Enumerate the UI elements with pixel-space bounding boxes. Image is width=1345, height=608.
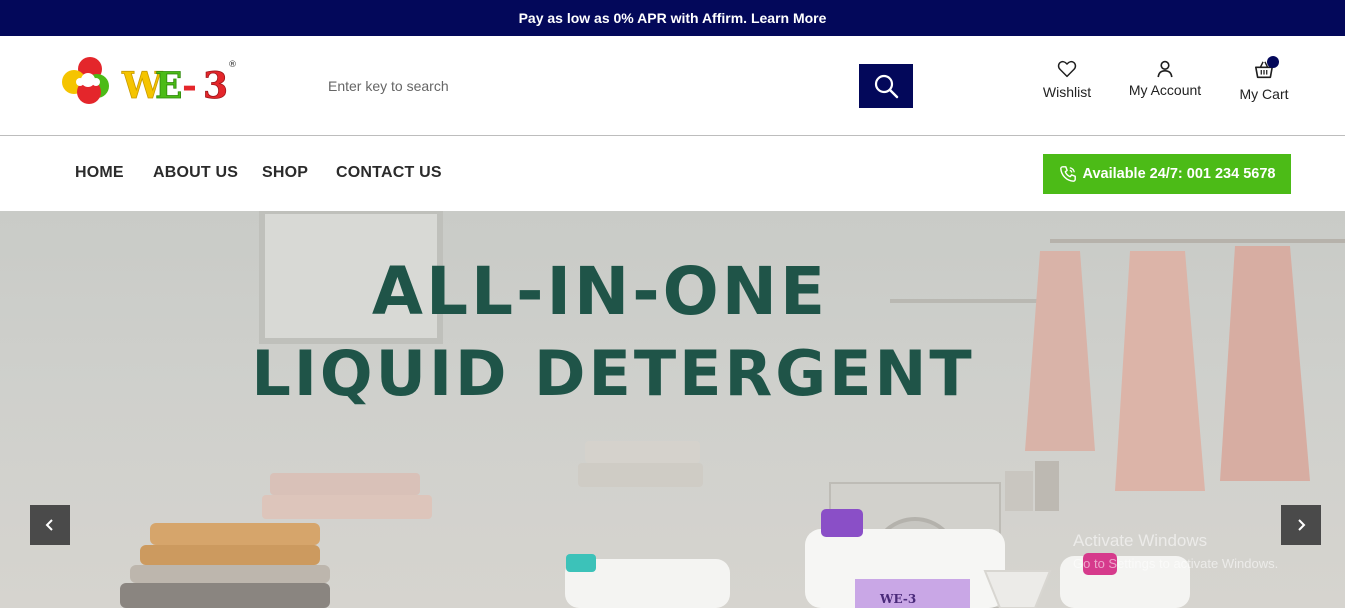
svg-text:-: - bbox=[182, 65, 197, 107]
search-button[interactable] bbox=[859, 64, 913, 108]
os-activation-watermark-subtitle: Go to Settings to activate Windows. bbox=[1073, 556, 1279, 571]
slider-next-button[interactable] bbox=[1281, 505, 1321, 545]
os-activation-watermark-title: Activate Windows bbox=[1073, 531, 1208, 550]
logo-registered-mark: ® bbox=[228, 60, 237, 70]
promo-link[interactable]: Pay as low as 0% APR with Affirm. Learn … bbox=[519, 10, 827, 26]
nav-item-home[interactable]: HOME bbox=[75, 164, 124, 182]
account-link[interactable]: My Account bbox=[1120, 60, 1210, 98]
chevron-right-icon bbox=[1298, 519, 1306, 531]
main-nav: HOME ABOUT US SHOP CONTACT US Available … bbox=[0, 137, 1345, 211]
hero-banner: WE-3 ALL-IN-ONE LIQUID DETERGENT Activat… bbox=[0, 211, 1345, 608]
site-header: W E - 3 ® Wishlist My Account bbox=[0, 36, 1345, 136]
wishlist-label: Wishlist bbox=[1042, 84, 1092, 100]
wishlist-link[interactable]: Wishlist bbox=[1038, 60, 1096, 100]
nav-item-shop[interactable]: SHOP bbox=[262, 164, 308, 182]
phone-contact-label: Available 24/7: 001 234 5678 bbox=[1082, 166, 1276, 182]
account-label: My Account bbox=[1128, 82, 1202, 98]
heart-icon bbox=[1057, 60, 1077, 78]
hero-title-line2: LIQUID DETERGENT bbox=[251, 337, 975, 410]
slider-prev-button[interactable] bbox=[30, 505, 70, 545]
user-icon bbox=[1157, 60, 1173, 78]
search-input[interactable] bbox=[318, 64, 858, 108]
cart-count-badge bbox=[1267, 56, 1279, 68]
svg-text:3: 3 bbox=[203, 65, 228, 107]
phone-contact-button[interactable]: Available 24/7: 001 234 5678 bbox=[1043, 154, 1291, 194]
cart-label: My Cart bbox=[1239, 86, 1289, 102]
phone-icon bbox=[1059, 166, 1076, 182]
svg-text:E: E bbox=[155, 65, 182, 107]
search-icon bbox=[874, 74, 899, 99]
site-logo[interactable]: W E - 3 ® bbox=[60, 52, 240, 112]
hero-title-line1: ALL-IN-ONE bbox=[371, 253, 829, 330]
nav-item-contact-us[interactable]: CONTACT US bbox=[336, 164, 442, 182]
bottle-label: WE-3 bbox=[879, 592, 916, 606]
nav-item-about-us[interactable]: ABOUT US bbox=[153, 164, 238, 182]
chevron-left-icon bbox=[45, 519, 53, 531]
cart-link[interactable]: My Cart bbox=[1233, 56, 1295, 102]
logo-mark-icon: W E - 3 ® bbox=[62, 57, 237, 107]
promo-bar: Pay as low as 0% APR with Affirm. Learn … bbox=[0, 0, 1345, 36]
